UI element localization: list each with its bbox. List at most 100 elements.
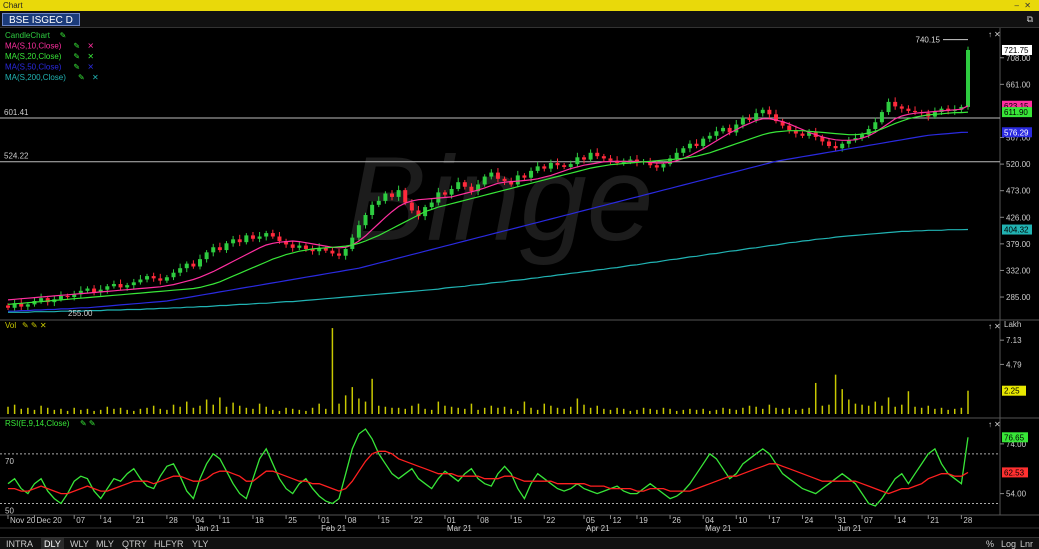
candle-body[interactable] — [250, 235, 255, 239]
volume-panel-close-icon[interactable]: ✕ — [994, 322, 1001, 331]
candle-body[interactable] — [833, 146, 838, 149]
candle-body[interactable] — [204, 252, 209, 260]
candle-body[interactable] — [495, 172, 500, 179]
candle-body[interactable] — [826, 141, 831, 146]
candle-body[interactable] — [462, 182, 467, 187]
candle-body[interactable] — [396, 190, 401, 197]
edit-icon[interactable]: ✎ — [78, 73, 85, 82]
candle-body[interactable] — [390, 193, 394, 197]
candle-body[interactable] — [105, 286, 110, 290]
candle-body[interactable] — [58, 295, 63, 300]
candle-body[interactable] — [429, 202, 434, 208]
candle-body[interactable] — [211, 247, 216, 253]
candle-body[interactable] — [449, 188, 454, 195]
candle-body[interactable] — [628, 159, 633, 161]
edit-icon[interactable]: ✎ — [73, 42, 80, 51]
candle-body[interactable] — [456, 182, 461, 189]
volume-legend-icons[interactable]: ✎ ✎ ✕ — [22, 321, 47, 330]
candle-body[interactable] — [568, 164, 573, 167]
candle-body[interactable] — [363, 215, 368, 226]
candle-body[interactable] — [350, 237, 355, 249]
candle-body[interactable] — [522, 175, 527, 178]
edit-icon[interactable]: ✎ — [73, 63, 80, 72]
candle-body[interactable] — [740, 117, 745, 125]
candle-body[interactable] — [217, 247, 222, 251]
remove-icon[interactable]: ✕ — [92, 73, 99, 82]
rsi-panel-close-icon[interactable]: ✕ — [994, 420, 1001, 429]
candle-body[interactable] — [442, 192, 447, 195]
legend-item[interactable]: MA(S,20,Close) — [5, 52, 62, 61]
candle-body[interactable] — [575, 157, 580, 165]
candle-body[interactable] — [409, 202, 414, 211]
edit-icon[interactable]: ✎ — [60, 31, 67, 40]
candle-body[interactable] — [754, 113, 759, 120]
chart-canvas[interactable]: Binge708.00661.00567.00520.00473.00426.0… — [0, 0, 1039, 537]
candle-body[interactable] — [548, 162, 553, 169]
candle-body[interactable] — [131, 282, 136, 286]
candle-body[interactable] — [39, 298, 44, 301]
candle-body[interactable] — [370, 204, 375, 216]
candle-body[interactable] — [257, 236, 262, 239]
candle-body[interactable] — [661, 164, 666, 168]
candle-body[interactable] — [515, 175, 520, 185]
candle-body[interactable] — [489, 172, 494, 177]
candle-body[interactable] — [966, 49, 970, 107]
volume-legend[interactable]: Vol — [5, 321, 16, 330]
remove-icon[interactable]: ✕ — [87, 52, 94, 61]
candle-body[interactable] — [356, 225, 361, 238]
candle-body[interactable] — [337, 253, 342, 256]
candle-body[interactable] — [694, 143, 699, 146]
candle-body[interactable] — [403, 190, 408, 203]
candle-body[interactable] — [178, 268, 183, 273]
candle-body[interactable] — [906, 108, 911, 111]
candle-body[interactable] — [879, 112, 884, 123]
candle-body[interactable] — [151, 276, 156, 279]
candle-body[interactable] — [25, 304, 30, 307]
candle-body[interactable] — [65, 295, 70, 298]
candle-body[interactable] — [582, 157, 586, 160]
timeframe-tab-mly[interactable]: MLY — [93, 538, 117, 549]
candle-body[interactable] — [714, 131, 719, 136]
candle-body[interactable] — [562, 165, 567, 167]
candle-body[interactable] — [264, 233, 269, 237]
rsi-legend[interactable]: RSI(E,9,14,Close) — [5, 419, 70, 428]
candle-body[interactable] — [886, 101, 891, 113]
candle-body[interactable] — [383, 193, 388, 201]
timeframe-tab-yly[interactable]: YLY — [189, 538, 211, 549]
rsi-legend-icons[interactable]: ✎ ✎ — [80, 419, 96, 428]
candle-body[interactable] — [542, 166, 547, 169]
candle-body[interactable] — [171, 272, 176, 278]
candle-body[interactable] — [376, 200, 381, 205]
timeframe-tab-dly[interactable]: DLY — [41, 538, 64, 549]
candle-body[interactable] — [277, 236, 282, 242]
legend-item[interactable]: MA(S,200,Close) — [5, 73, 66, 82]
candle-body[interactable] — [913, 110, 918, 113]
candle-body[interactable] — [469, 186, 474, 192]
candle-body[interactable] — [873, 122, 878, 130]
candle-body[interactable] — [297, 245, 302, 248]
candle-body[interactable] — [899, 106, 904, 109]
candle-body[interactable] — [85, 288, 90, 291]
candle-body[interactable] — [588, 152, 593, 160]
candle-body[interactable] — [145, 276, 150, 280]
timeframe-tab-hlfyr[interactable]: HLFYR — [151, 538, 187, 549]
candle-body[interactable] — [721, 127, 726, 132]
candle-body[interactable] — [111, 284, 116, 287]
candle-body[interactable] — [840, 143, 845, 149]
candle-body[interactable] — [191, 263, 196, 267]
candle-body[interactable] — [535, 166, 540, 171]
scale-option-log[interactable]: Log — [998, 538, 1019, 549]
candle-body[interactable] — [244, 235, 249, 243]
candle-body[interactable] — [482, 176, 487, 185]
scale-option-percent[interactable]: % — [983, 538, 997, 549]
candle-body[interactable] — [158, 278, 163, 281]
edit-icon[interactable]: ✎ — [73, 52, 80, 61]
candle-body[interactable] — [198, 259, 202, 267]
volume-panel-up-icon[interactable]: ↑ — [988, 322, 992, 331]
scale-option-lnr[interactable]: Lnr — [1017, 538, 1036, 549]
candle-body[interactable] — [608, 158, 613, 161]
candle-body[interactable] — [681, 148, 686, 153]
candle-body[interactable] — [237, 239, 242, 243]
remove-icon[interactable]: ✕ — [87, 63, 94, 72]
legend-item[interactable]: MA(S,10,Close) — [5, 42, 62, 51]
